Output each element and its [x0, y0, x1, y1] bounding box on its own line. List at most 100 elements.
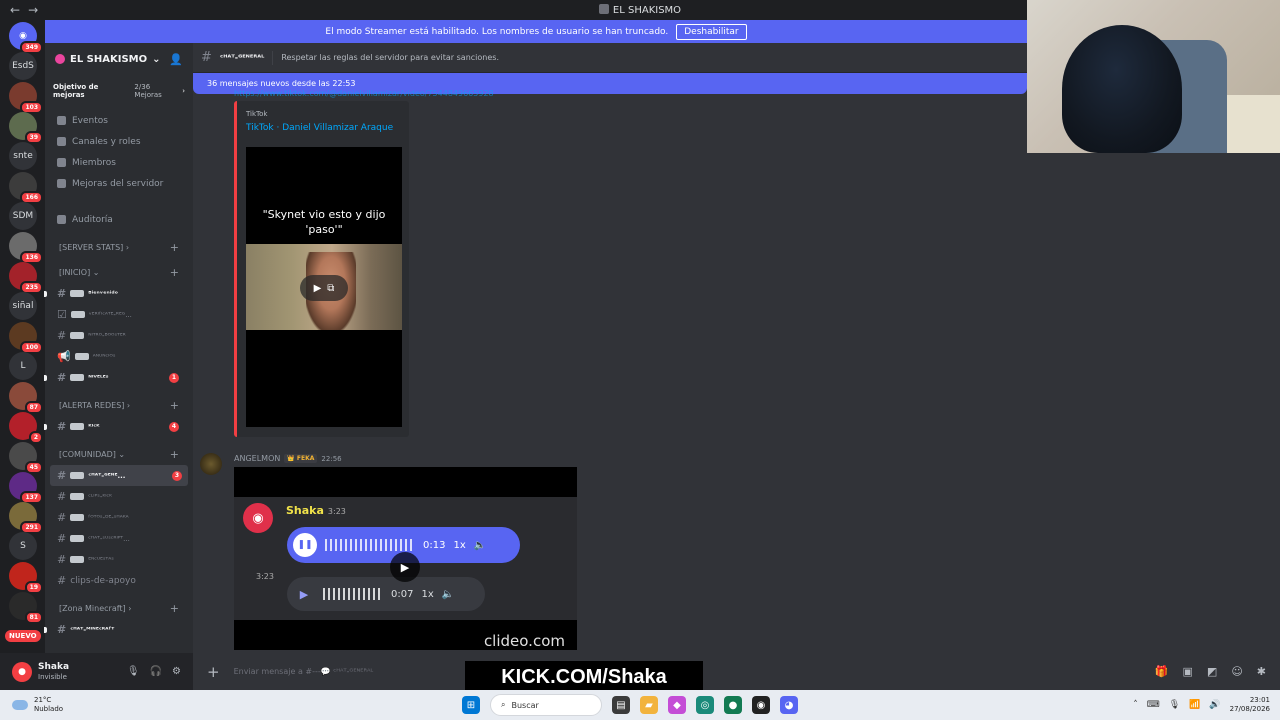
message-author[interactable]: ANGELMON: [234, 454, 280, 463]
task-view-icon[interactable]: ▤: [612, 696, 630, 714]
category-inicio[interactable]: [INICIO] ⌄ +: [45, 261, 193, 283]
taskbar: 21°C Nublado ⊞ ⌕ Buscar ▤ ▰ ◆ ◎ ● ◉ ◕ ˄ ⌨ …: [0, 690, 1280, 720]
obs-icon[interactable]: ◉: [752, 696, 770, 714]
microphone-icon[interactable]: 🎙: [127, 666, 140, 677]
clock[interactable]: 23:01 27/08/2026: [1230, 696, 1270, 714]
server-icon[interactable]: 81: [9, 592, 43, 624]
channel-clips-kick[interactable]: # ᶜᴸᴵᴾˢ-ᴷᴵᶜᴷ: [45, 486, 193, 507]
audit-link[interactable]: Auditoría: [45, 209, 193, 230]
avatar[interactable]: [200, 453, 222, 475]
embed-video[interactable]: "Skynet vio esto y dijo 'paso'" ▶ ⧉: [246, 147, 402, 427]
play-button[interactable]: ▶ ⧉: [300, 275, 348, 301]
boost-goal[interactable]: Objetivo de mejoras 2/36 Mejoras ›: [53, 81, 185, 101]
play-icon: ▶: [293, 583, 315, 605]
server-icon[interactable]: 19: [9, 562, 43, 594]
message-link[interactable]: https://www.tiktok.com/@danielvillamizar…: [234, 89, 494, 98]
channel-encuestas[interactable]: # ᴱᴺᶜᵁᴱˢᵀᴬˢ: [45, 549, 193, 570]
video-attachment[interactable]: ◉ Shaka 3:23 ❚❚ 0:13 1x 🔈 3:23 ▶ 0:07 1x …: [234, 467, 577, 650]
taskbar-search[interactable]: ⌕ Buscar: [490, 694, 602, 716]
channel-anuncios[interactable]: 📢 ᴬᴺᵁᴺᶜᴵᴼˢ: [45, 346, 193, 367]
channel-nitro-booster[interactable]: # ᴺᴵᵀᴿᴼ-ᴮᴼᴼˢᵀᴱᴿ: [45, 325, 193, 346]
server-icon[interactable]: 100: [9, 322, 43, 354]
channel-chat-minecraft[interactable]: # ᶜᴴᴬᵀ-ᴹᴵᴺᴱᶜᴿᴬᶠᵀ: [44, 619, 193, 640]
channel-bienvenido[interactable]: # ᴮⁱᵉⁿᵛᵉⁿⁱᵈᵒ: [44, 283, 193, 304]
embed-title[interactable]: TikTok · Daniel Villamizar Araque: [246, 123, 393, 133]
channel-niveles[interactable]: # ᴺᴵⱽᴱᴸᴱˢ 1: [44, 367, 193, 388]
server-icon[interactable]: 235: [9, 262, 43, 294]
server-icon[interactable]: 137: [9, 472, 43, 504]
list-icon: [57, 137, 66, 146]
server-icon[interactable]: 166: [9, 172, 43, 204]
network-icon[interactable]: ⌨: [1147, 700, 1160, 710]
server-icon[interactable]: 2: [9, 412, 43, 444]
role-tag: 👑 FEKA: [284, 454, 318, 463]
server-icon[interactable]: 136: [9, 232, 43, 264]
edge-icon[interactable]: ◎: [696, 696, 714, 714]
microphone-icon[interactable]: 🎙: [1169, 700, 1180, 710]
back-arrow-icon[interactable]: ←: [10, 3, 20, 17]
server-icon[interactable]: 45: [9, 442, 43, 474]
channel-chat-suscriptores[interactable]: # ᶜᴴᴬᵀ-ˢᵁˢᶜᴿᴵᴾᵀ...: [45, 528, 193, 549]
gift-icon[interactable]: 🎁: [1155, 665, 1169, 678]
members-link[interactable]: Miembros: [45, 152, 193, 173]
channel-fotos-de-shaka[interactable]: # ᶠᴼᵀᴼˢ-ᴰᴱ-ˢᴴᴬᴷᴬ: [45, 507, 193, 528]
stream-overlay: KICK.COM/Shaka: [465, 661, 703, 693]
category-zona-minecraft[interactable]: [Zona Minecraft] › +: [45, 597, 193, 619]
weather-widget[interactable]: 21°C Nublado: [0, 696, 200, 714]
channel-chat-general[interactable]: # ᶜᴴᴬᵀ-ᴳᴱᴺᴱ... 3: [50, 465, 188, 486]
category-comunidad[interactable]: [COMUNIDAD] ⌄ +: [45, 443, 193, 465]
disable-streamer-button[interactable]: Deshabilitar: [676, 23, 747, 40]
channel-verificate[interactable]: ☑ ᵛᴱᴿᴵᶠᴵᶜᴬᵀᴱ-ᴿᴱᴳ...: [45, 304, 193, 325]
server-header[interactable]: EL SHAKISMO ⌄ 👤: [45, 43, 193, 75]
channel-topic[interactable]: Respetar las reglas del servidor para ev…: [281, 53, 499, 62]
emoji-icon[interactable]: ☺: [1231, 665, 1242, 678]
server-boosts-link[interactable]: Mejoras del servidor: [45, 173, 193, 194]
server-icon[interactable]: 103: [9, 82, 43, 114]
message-input[interactable]: Enviar mensaje a #---💬 ᶜᴴᴬᵀ-ᴳᴱᴺᴱᴿᴬᴸ: [234, 667, 374, 676]
plus-icon[interactable]: +: [207, 663, 220, 681]
play-icon: ▶: [313, 282, 322, 294]
server-icon[interactable]: siñal: [9, 292, 37, 320]
events-link[interactable]: Eventos: [45, 110, 193, 131]
windows-start-icon[interactable]: ⊞: [462, 696, 480, 714]
hash-icon: #: [57, 623, 67, 636]
play-button[interactable]: ▶: [390, 552, 420, 582]
banner-text: El modo Streamer está habilitado. Los no…: [325, 26, 669, 37]
app-icon[interactable]: ●: [724, 696, 742, 714]
gif-icon[interactable]: ▣: [1183, 665, 1193, 678]
forward-arrow-icon[interactable]: →: [28, 3, 38, 17]
sticker-icon[interactable]: ◩: [1207, 665, 1217, 678]
avatar[interactable]: ●: [12, 661, 32, 682]
volume-icon[interactable]: 🔊: [1209, 700, 1220, 710]
category-alerta-redes[interactable]: [ALERTA REDES] › +: [45, 394, 193, 416]
apps-icon[interactable]: ✱: [1257, 665, 1266, 678]
waveform: [323, 588, 383, 600]
server-icon[interactable]: L: [9, 352, 37, 380]
app-icon[interactable]: ◆: [668, 696, 686, 714]
user-info[interactable]: Shaka Invisible: [38, 662, 69, 681]
channels-roles-link[interactable]: Canales y roles: [45, 131, 193, 152]
channel-kick[interactable]: # ᴷᴵᶜᴷ 4: [44, 416, 193, 437]
gear-icon[interactable]: ⚙: [172, 666, 181, 677]
server-icon[interactable]: snte: [9, 142, 37, 170]
add-user-icon[interactable]: 👤: [169, 53, 183, 66]
server-icon[interactable]: EsdS: [9, 52, 37, 80]
channel-clips-de-apoyo[interactable]: # clips-de-apoyo: [45, 570, 193, 591]
channel-emoji-icon: [70, 514, 85, 521]
webcam-overlay: [1027, 0, 1280, 153]
category-server-stats[interactable]: [SERVER STATS] › +: [45, 236, 193, 258]
discord-icon[interactable]: ◕: [780, 696, 798, 714]
server-icon[interactable]: 39: [9, 112, 43, 144]
file-explorer-icon[interactable]: ▰: [640, 696, 658, 714]
discord-icon: ◉: [243, 503, 273, 533]
chevron-up-icon[interactable]: ˄: [1133, 700, 1138, 710]
server-icon[interactable]: SDM: [9, 202, 37, 230]
server-icon[interactable]: ◉ 349: [9, 22, 43, 54]
new-badge[interactable]: NUEVO: [5, 630, 41, 642]
server-icon[interactable]: S: [9, 532, 37, 560]
wifi-icon[interactable]: 📶: [1189, 700, 1200, 710]
headphones-icon[interactable]: 🎧: [150, 666, 162, 677]
server-icon[interactable]: 291: [9, 502, 43, 534]
calendar-icon: [57, 116, 66, 125]
server-icon[interactable]: 87: [9, 382, 43, 414]
